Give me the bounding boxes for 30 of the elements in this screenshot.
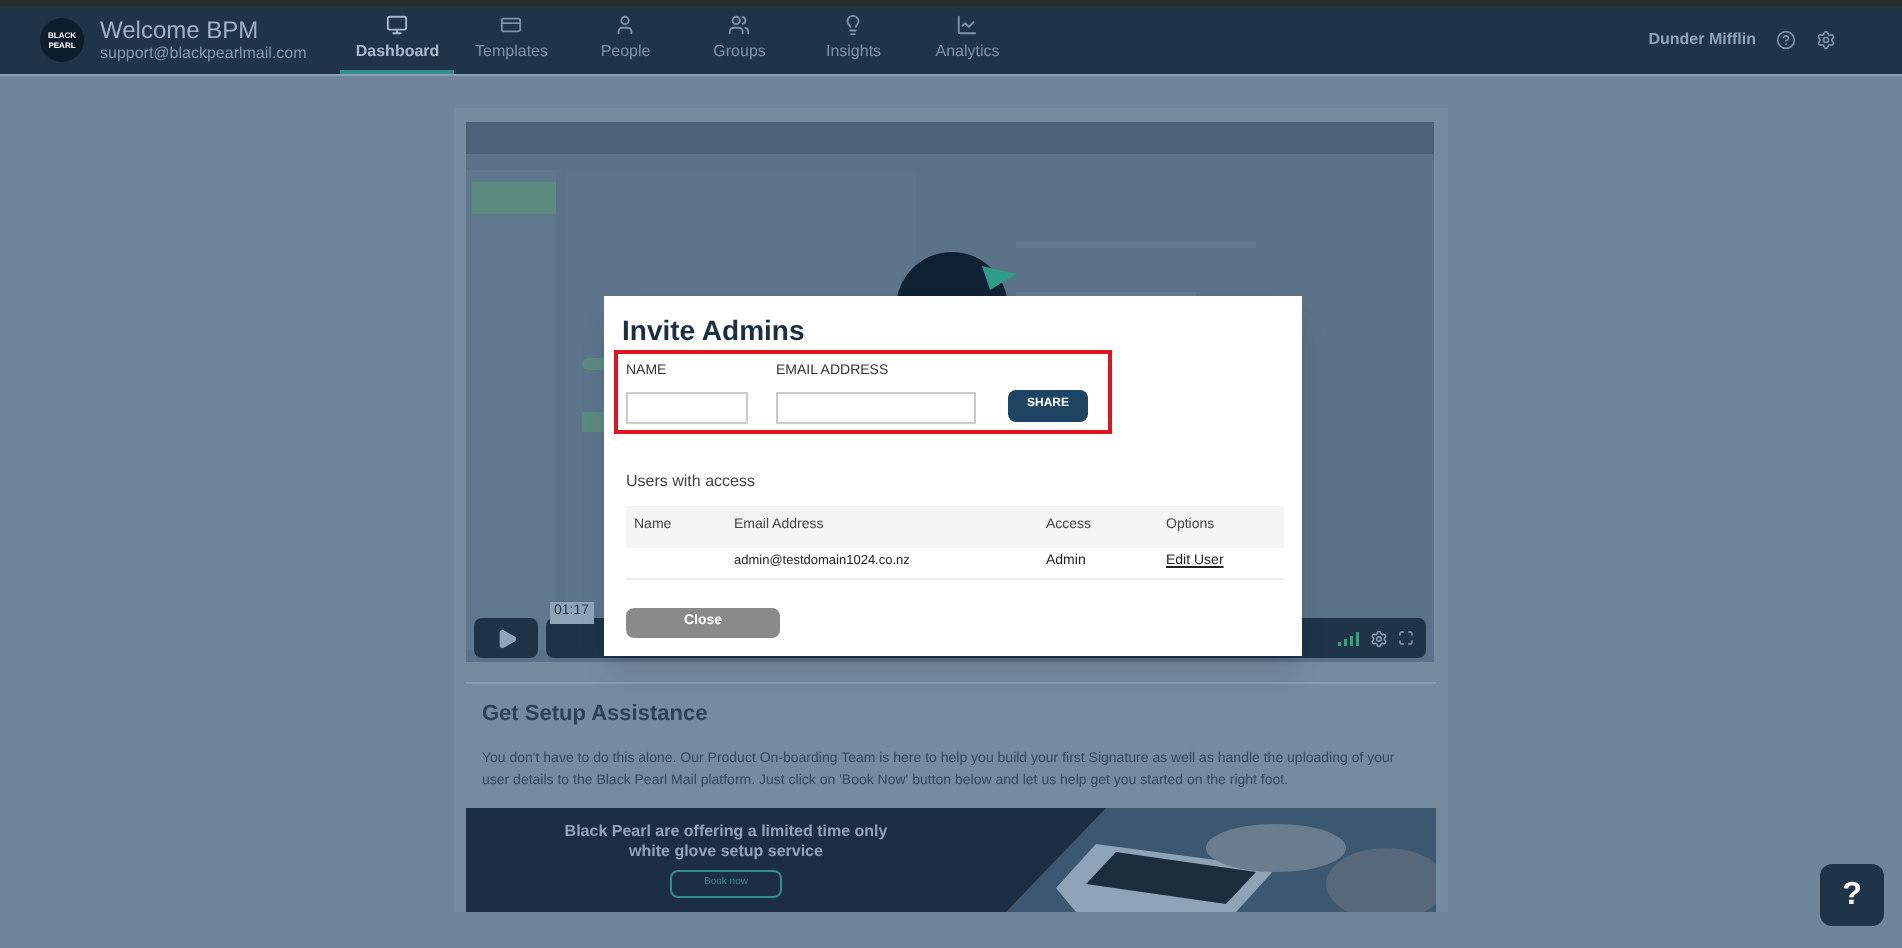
banner-subtitle: white glove setup service bbox=[629, 841, 823, 861]
users-heading: Users with access bbox=[626, 469, 757, 493]
signal-icon bbox=[1338, 631, 1360, 645]
nav-tab[interactable]: People bbox=[568, 6, 683, 74]
lightbulb-icon bbox=[842, 13, 865, 35]
support-email: support@blackpearlmail.com bbox=[100, 44, 307, 64]
welcome-title: Welcome BPM bbox=[100, 16, 261, 44]
nav-tab[interactable]: Groups bbox=[682, 6, 797, 74]
help-button[interactable]: ? bbox=[1820, 864, 1884, 926]
nav-tab[interactable]: Templates bbox=[454, 6, 569, 74]
input-field[interactable] bbox=[776, 391, 976, 423]
line-chart-icon bbox=[956, 13, 979, 35]
play-button[interactable] bbox=[474, 618, 538, 658]
card-icon bbox=[500, 13, 523, 35]
person-icon bbox=[614, 13, 637, 35]
monitor-icon bbox=[386, 13, 409, 35]
group-icon bbox=[728, 13, 751, 35]
play-icon bbox=[495, 627, 517, 649]
nav-tab[interactable]: Analytics bbox=[910, 6, 1025, 74]
section-heading: Get Setup Assistance bbox=[482, 700, 710, 730]
fullscreen-icon[interactable] bbox=[1398, 630, 1414, 646]
account-name: Dunder Mifflin bbox=[1648, 28, 1756, 52]
help-icon[interactable] bbox=[1776, 30, 1796, 50]
input-field[interactable] bbox=[626, 391, 748, 423]
nav-tab[interactable]: Insights bbox=[796, 6, 911, 74]
nav-tab[interactable]: Dashboard bbox=[340, 6, 455, 74]
banner-title: Black Pearl are offering a limited time only bbox=[564, 821, 888, 841]
settings-icon[interactable] bbox=[1370, 629, 1388, 647]
dialog-title: Invite Admins bbox=[622, 314, 807, 346]
settings-icon[interactable] bbox=[1816, 30, 1836, 50]
